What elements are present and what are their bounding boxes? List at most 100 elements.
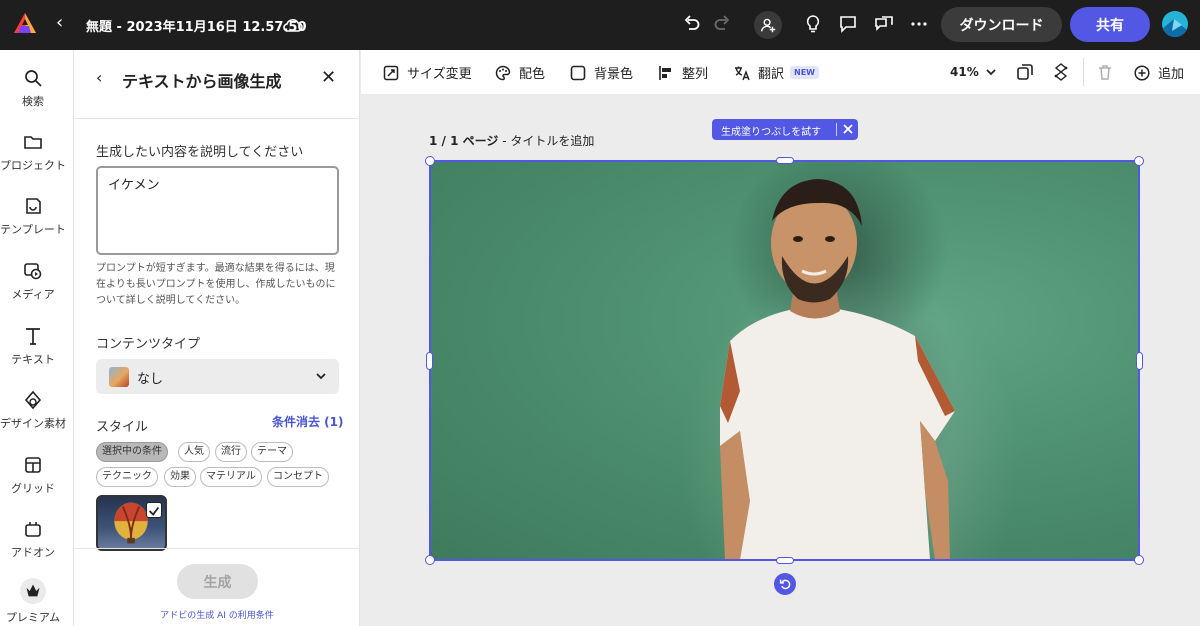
resize-handle-top-left[interactable] (425, 156, 435, 166)
back-chevron-icon[interactable]: ‹ (56, 12, 63, 33)
prompt-warning-text: プロンプトが短すぎます。最適な結果を得るには、現在よりも長いプロンプトを使用し、… (96, 263, 336, 306)
adobe-express-logo[interactable] (12, 11, 38, 37)
redo-icon[interactable] (710, 12, 734, 36)
translate-icon (735, 66, 750, 80)
style-chip-material[interactable]: マテリアル (200, 467, 262, 487)
rail-item-templates[interactable]: テンプレート (0, 196, 66, 237)
prompt-label: 生成したい内容を説明してください (96, 145, 304, 160)
rail-item-text[interactable]: テキスト (0, 326, 66, 367)
content-type-thumbnail (109, 367, 129, 387)
panel-title: テキストから画像生成 (122, 72, 282, 91)
grid-icon (25, 457, 41, 473)
style-chip-effect[interactable]: 効果 (164, 467, 196, 487)
panel-divider (74, 118, 360, 119)
new-badge: NEW (790, 66, 819, 79)
style-chip-trending[interactable]: 流行 (215, 442, 247, 462)
selection-frame (429, 160, 1140, 561)
resize-handle-left[interactable] (426, 352, 433, 370)
generate-button[interactable]: 生成 (177, 564, 258, 599)
comment-icon[interactable] (836, 12, 860, 36)
page-label[interactable]: 1 / 1 ページ - タイトルを追加 (429, 132, 594, 149)
resize-label: サイズ変更 (407, 67, 472, 82)
document-title[interactable]: 無題 - 2023年11月16日 12.57.50 (86, 16, 307, 35)
panel-close-icon[interactable]: ✕ (321, 67, 336, 88)
align-button[interactable]: 整列 (658, 63, 708, 82)
pill-separator (836, 123, 837, 136)
background-color-icon (570, 65, 586, 80)
arrange-layers-icon[interactable] (1052, 63, 1070, 81)
avatar[interactable] (1162, 11, 1188, 37)
color-scheme-label: 配色 (519, 67, 546, 82)
resize-handle-top-right[interactable] (1134, 156, 1144, 166)
rail-item-search[interactable]: 検索 (0, 68, 66, 109)
page-number: 1 / 1 ページ (429, 134, 499, 148)
rail-item-design-assets[interactable]: デザイン素材 (0, 390, 66, 431)
resize-handle-top[interactable] (776, 157, 794, 164)
premium-crown-icon (20, 578, 46, 604)
canvas-toolbar: サイズ変更 配色 背景色 整列 翻訳 NEW 41% 追加 (361, 50, 1200, 94)
generative-fill-label: 生成塗りつぶしを試す (721, 127, 822, 138)
share-button[interactable]: 共有 (1070, 7, 1150, 42)
background-color-button[interactable]: 背景色 (570, 63, 633, 82)
generative-ai-terms-link[interactable]: アドビの生成 AI の利用条件 (74, 608, 360, 621)
translate-button[interactable]: 翻訳 NEW (734, 63, 819, 82)
rail-label: デザイン素材 (0, 417, 66, 430)
rail-item-projects[interactable]: プロジェクト (0, 132, 66, 173)
add-page-title-link[interactable]: - タイトルを追加 (502, 134, 594, 148)
more-icon[interactable] (907, 12, 931, 36)
style-chip-technique[interactable]: テクニック (96, 467, 158, 487)
resize-button[interactable]: サイズ変更 (383, 63, 472, 82)
zoom-chevron-down-icon[interactable] (985, 66, 997, 78)
panel-back-chevron-icon[interactable]: ‹ (96, 68, 102, 87)
color-scheme-button[interactable]: 配色 (495, 63, 545, 82)
template-icon (26, 198, 41, 214)
resize-handle-bottom[interactable] (776, 557, 794, 564)
resize-handle-bottom-right[interactable] (1134, 555, 1144, 565)
rail-label: プロジェクト (0, 159, 66, 172)
rail-label: テキスト (11, 353, 55, 366)
style-clear-filters-link[interactable]: 条件消去 (1) (272, 413, 344, 430)
addon-icon (25, 522, 41, 537)
content-type-label: コンテンツタイプ (96, 337, 201, 352)
close-icon[interactable] (841, 122, 855, 136)
top-bar: ‹ 無題 - 2023年11月16日 12.57.50 ダウンロード 共有 (0, 0, 1200, 50)
style-chip-theme[interactable]: テーマ (251, 442, 293, 462)
download-button[interactable]: ダウンロード (941, 7, 1062, 42)
rail-label: アドオン (11, 546, 55, 559)
add-label: 追加 (1158, 67, 1185, 82)
generative-fill-prompt[interactable]: 生成塗りつぶしを試す (712, 119, 858, 140)
resize-handle-right[interactable] (1136, 352, 1143, 370)
resize-handle-bottom-left[interactable] (425, 555, 435, 565)
undo-icon[interactable] (680, 12, 704, 36)
rail-item-grid[interactable]: グリッド (0, 455, 66, 496)
resize-icon (383, 65, 399, 80)
style-thumbnail-balloon[interactable] (96, 495, 167, 551)
panel-footer-divider (74, 548, 360, 549)
zoom-level[interactable]: 41% (950, 65, 979, 79)
cloud-sync-icon[interactable] (282, 14, 304, 36)
trash-icon[interactable] (1096, 63, 1114, 81)
left-rail: 検索 プロジェクト テンプレート メディア テキスト デザイン素材 グリッド ア… (0, 50, 74, 626)
style-chip-selected[interactable]: 選択中の条件 (96, 442, 168, 462)
invite-user-icon[interactable] (754, 11, 782, 39)
toolbar-separator (1083, 58, 1084, 86)
rail-item-premium[interactable]: プレミアム (0, 578, 66, 625)
add-circle-icon (1134, 64, 1150, 81)
content-type-select[interactable]: なし (96, 359, 339, 394)
rail-item-media[interactable]: メディア (0, 261, 66, 302)
rotate-handle[interactable] (774, 573, 796, 595)
style-chip-popular[interactable]: 人気 (178, 442, 210, 462)
folder-icon (24, 136, 42, 149)
rail-label: グリッド (11, 482, 55, 495)
add-button[interactable]: 追加 (1134, 63, 1184, 82)
translate-label: 翻訳 (758, 67, 785, 82)
duplicate-page-icon[interactable] (1016, 63, 1034, 81)
rail-item-addons[interactable]: アドオン (0, 519, 66, 560)
prompt-textarea[interactable]: イケメン (96, 166, 339, 255)
comments-panel-icon[interactable] (872, 12, 896, 36)
style-chip-concept[interactable]: コンセプト (267, 467, 329, 487)
rail-label: 検索 (22, 95, 44, 108)
lightbulb-icon[interactable] (801, 12, 825, 36)
rail-label: テンプレート (0, 223, 66, 236)
chevron-down-icon (316, 373, 326, 380)
